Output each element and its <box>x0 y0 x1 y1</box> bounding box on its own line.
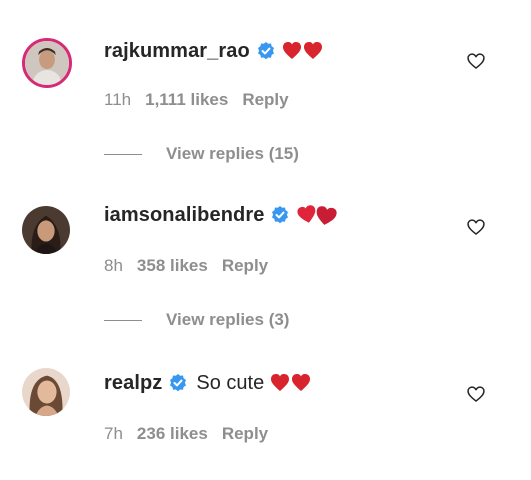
username[interactable]: rajkummar_rao <box>104 40 250 63</box>
verified-badge-icon <box>256 41 276 61</box>
verified-badge-icon <box>168 373 188 393</box>
heart-outline-icon[interactable] <box>466 51 486 71</box>
comment-header: rajkummar_rao <box>104 38 324 64</box>
like-count[interactable]: 358 likes <box>137 256 208 276</box>
comment-header: iamsonalibendre <box>104 202 342 228</box>
heart-outline-icon[interactable] <box>466 217 486 237</box>
avatar-image <box>22 368 70 416</box>
view-replies-label: View replies (3) <box>166 310 290 329</box>
comment-meta: 8h 358 likes Reply <box>104 256 282 276</box>
reply-button[interactable]: Reply <box>222 256 268 276</box>
reply-button[interactable]: Reply <box>222 424 268 444</box>
verified-badge-icon <box>270 205 290 225</box>
like-count[interactable]: 236 likes <box>137 424 208 444</box>
avatar-image <box>22 206 70 254</box>
avatar-image <box>25 41 69 85</box>
emoji-red-hearts <box>270 373 312 393</box>
view-replies-button[interactable]: View replies (3) <box>104 310 289 330</box>
comment-text: So cute <box>196 371 265 394</box>
heart-outline-icon[interactable] <box>466 384 486 404</box>
reply-button[interactable]: Reply <box>242 90 288 110</box>
divider-line <box>104 153 142 155</box>
avatar[interactable] <box>22 206 70 254</box>
username[interactable]: realpz <box>104 372 162 395</box>
comment-meta: 7h 236 likes Reply <box>104 424 282 444</box>
avatar[interactable] <box>22 38 72 88</box>
view-replies-label: View replies (15) <box>166 144 299 163</box>
comment-header: realpz So cute <box>104 370 312 396</box>
comment-list: rajkummar_rao 11h 1,111 likes Reply View… <box>0 0 531 480</box>
comment-time: 7h <box>104 424 123 443</box>
view-replies-button[interactable]: View replies (15) <box>104 144 299 164</box>
username[interactable]: iamsonalibendre <box>104 204 264 227</box>
emoji-red-hearts <box>282 41 324 61</box>
comment-time: 11h <box>104 90 132 109</box>
emoji-two-hearts <box>296 204 342 226</box>
divider-line <box>104 319 142 321</box>
comment-meta: 11h 1,111 likes Reply <box>104 90 303 110</box>
comment-time: 8h <box>104 256 123 275</box>
avatar[interactable] <box>22 368 70 416</box>
like-count[interactable]: 1,111 likes <box>145 90 228 110</box>
